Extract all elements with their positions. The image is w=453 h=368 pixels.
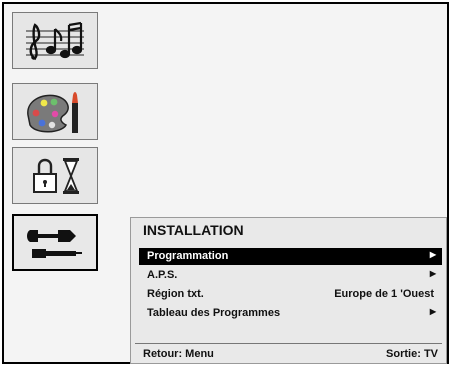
submenu-arrow-icon: ▶ [429,307,436,316]
installation-menu-panel: INSTALLATION Programmation ▶ A.P.S. ▶ Ré… [130,217,447,364]
menu-item-label: Tableau des Programmes [147,307,281,319]
nav-tile-picture[interactable] [12,83,98,140]
footer-hint-exit: Sortie: TV [386,348,438,360]
submenu-arrow-icon: ▶ [429,269,436,278]
menu-item-region-txt[interactable]: Région txt. Europe de 1 'Ouest [139,286,442,303]
menu-item-aps[interactable]: A.P.S. ▶ [139,267,442,284]
nav-tile-features[interactable] [12,147,98,204]
menu-item-tableau-des-programmes[interactable]: Tableau des Programmes ▶ [139,305,442,322]
menu-item-label: Programmation [147,250,229,262]
lock-hourglass-icon [25,154,85,198]
footer-hint-back: Retour: Menu [143,348,214,360]
menu-item-value: Europe de 1 'Ouest [334,288,434,300]
menu-item-label: A.P.S. [147,269,178,281]
music-notes-icon [24,19,86,63]
menu-item-programmation[interactable]: Programmation ▶ [139,248,442,265]
palette-brush-icon [22,89,88,135]
menu-title: INSTALLATION [143,222,244,238]
footer-divider [135,343,442,344]
nav-tile-sound[interactable] [12,12,98,69]
tv-osd-screen: INSTALLATION Programmation ▶ A.P.S. ▶ Ré… [2,2,449,364]
submenu-arrow-icon: ▶ [429,250,436,259]
tools-icon [24,222,86,264]
menu-item-label: Région txt. [147,288,204,300]
nav-tile-installation[interactable] [12,214,98,271]
